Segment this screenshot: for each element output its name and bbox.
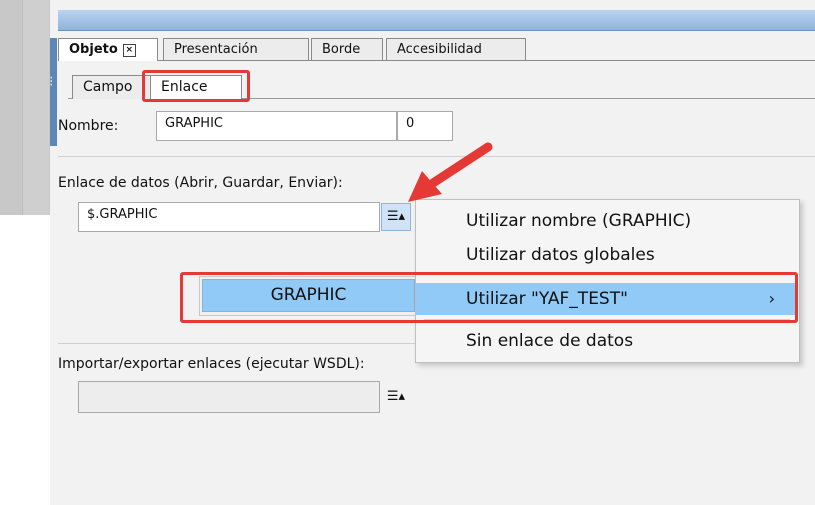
data-link-label: Enlace de datos (Abrir, Guardar, Enviar)… — [58, 175, 343, 191]
annotation-arrow-icon — [408, 142, 493, 202]
panel-splitter-handle[interactable] — [49, 38, 57, 146]
name-label: Nombre: — [58, 118, 119, 134]
import-export-input[interactable] — [78, 381, 380, 413]
annotation-box-yaf-test-row — [180, 272, 798, 323]
annotation-box-enlace — [142, 70, 250, 102]
import-export-menu-button[interactable]: ☰▴ — [381, 384, 411, 412]
tab-label: Presentación — [174, 42, 258, 57]
tabs-baseline — [58, 60, 815, 61]
tab-objeto[interactable]: Objeto × — [58, 38, 158, 61]
tab-label: Borde — [322, 42, 361, 57]
list-dropdown-icon: ☰▴ — [386, 389, 406, 404]
tab-presentacion[interactable]: Presentación — [163, 38, 309, 60]
tab-label: Accesibilidad — [397, 42, 482, 57]
left-side-strip — [0, 0, 50, 215]
subtab-label: Campo — [83, 79, 133, 95]
list-dropdown-icon: ☰▴ — [386, 209, 406, 224]
menu-item-use-global-data[interactable]: Utilizar datos globales — [416, 239, 797, 271]
close-icon[interactable]: × — [122, 44, 136, 57]
name-index-field: 0 — [397, 111, 453, 141]
name-input[interactable]: GRAPHIC — [156, 111, 397, 141]
menu-item-no-data-link[interactable]: Sin enlace de datos — [416, 325, 797, 357]
data-link-input[interactable]: $.GRAPHIC — [78, 202, 380, 232]
tab-accesibilidad[interactable]: Accesibilidad — [386, 38, 526, 60]
section-divider-2 — [58, 343, 415, 344]
tab-borde[interactable]: Borde — [311, 38, 383, 60]
menu-item-use-name[interactable]: Utilizar nombre (GRAPHIC) — [416, 205, 797, 237]
panel-header-bar — [58, 10, 815, 31]
import-export-label: Importar/exportar enlaces (ejecutar WSDL… — [58, 356, 365, 372]
tab-label: Objeto — [69, 42, 118, 57]
